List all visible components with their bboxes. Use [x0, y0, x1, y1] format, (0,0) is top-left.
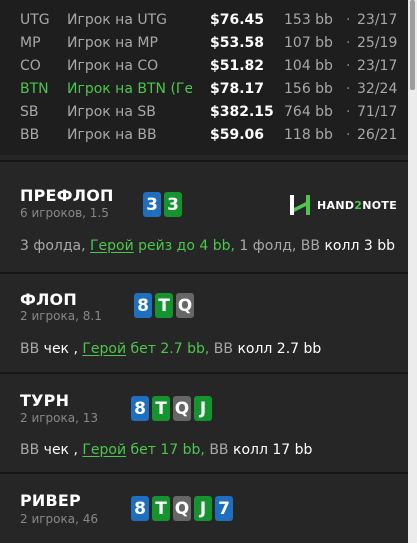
card-8-diamonds: 8 — [134, 293, 152, 318]
player-position: SB — [20, 104, 39, 120]
player-row-sb: SB Игрок на SB $382.15 764 bb · 71/17 — [0, 101, 408, 124]
street-title-river: РИВЕР — [20, 491, 81, 510]
player-stats: 25/19 — [357, 35, 398, 51]
card-7-diamonds: 7 — [215, 496, 233, 521]
hand2note-logo: HAND2NOTE — [289, 193, 397, 217]
player-stats: 23/17 — [357, 58, 398, 74]
card-j-clubs: J — [194, 396, 212, 421]
card-t-clubs: T — [152, 496, 170, 521]
street-title-turn: ТУРН — [20, 391, 70, 410]
player-stack-amount: $382.15 — [210, 104, 274, 120]
player-stats: 71/17 — [357, 104, 398, 120]
player-row-co: CO Игрок на CO $51.82 104 bb · 23/17 — [0, 55, 408, 78]
board-cards-river: 8 T Q J 7 — [131, 496, 233, 521]
card-8-diamonds: 8 — [131, 396, 149, 421]
scrollbar-thumb[interactable] — [410, 0, 415, 90]
street-subtitle-river: 2 игрока, 46 — [20, 512, 99, 526]
player-row-utg: UTG Игрок на UTG $76.45 153 bb · 23/17 — [0, 9, 408, 32]
player-stack-bb: 156 bb — [284, 81, 333, 97]
separator-dot: · — [346, 35, 351, 51]
street-actions-turn: BB чек , Герой бет 17 bb, BB колл 17 bb — [20, 442, 313, 458]
player-position: UTG — [20, 12, 50, 28]
player-stack-bb: 107 bb — [284, 35, 333, 51]
card-t-clubs: T — [155, 293, 173, 318]
player-row-mp: MP Игрок на MP $53.58 107 bb · 25/19 — [0, 32, 408, 55]
player-stack-amount: $51.82 — [210, 58, 265, 74]
hero-link[interactable]: Герой — [82, 442, 126, 458]
hand2note-logo-text: HAND2NOTE — [317, 198, 398, 212]
street-subtitle-turn: 2 игрока, 13 — [20, 411, 99, 425]
separator-dot: · — [346, 58, 351, 74]
separator-dot: · — [346, 104, 351, 120]
street-actions-preflop: 3 фолда, Герой рейз до 4 bb, 1 фолд, BB … — [20, 238, 395, 254]
card-q-hearts: Q — [176, 293, 194, 318]
separator-dot: · — [346, 81, 351, 97]
card-j-clubs: J — [194, 496, 212, 521]
player-stats: 26/21 — [357, 127, 398, 143]
board-cards-flop: 8 T Q — [134, 293, 194, 318]
separator-dot: · — [346, 12, 351, 28]
player-stack-amount: $76.45 — [210, 12, 265, 28]
card-q-hearts: Q — [173, 396, 191, 421]
player-name: Игрок на SB — [67, 104, 156, 120]
card-q-hearts: Q — [173, 496, 191, 521]
player-position: BTN — [20, 81, 49, 97]
player-stack-bb: 104 bb — [284, 58, 333, 74]
street-subtitle-preflop: 6 игроков, 1.5 — [20, 206, 109, 220]
hand2note-logo-icon — [290, 195, 310, 215]
players-table: UTG Игрок на UTG $76.45 153 bb · 23/17 M… — [0, 0, 408, 155]
board-cards-preflop: 3 3 — [143, 192, 182, 217]
player-stack-bb: 764 bb — [284, 104, 333, 120]
player-stack-bb: 153 bb — [284, 12, 333, 28]
player-position: MP — [20, 35, 41, 51]
player-stack-amount: $59.06 — [210, 127, 265, 143]
player-name: Игрок на UTG — [67, 12, 168, 28]
hero-link[interactable]: Герой — [82, 341, 126, 357]
player-name: Игрок на MP — [67, 35, 158, 51]
hero-link[interactable]: Герой — [90, 238, 134, 254]
street-title-preflop: ПРЕФЛОП — [20, 186, 114, 205]
card-3-clubs: 3 — [164, 192, 182, 217]
card-3-diamonds: 3 — [143, 192, 161, 217]
player-name: Игрок на BB — [67, 127, 157, 143]
player-stats: 32/24 — [357, 81, 398, 97]
player-stack-amount: $53.58 — [210, 35, 265, 51]
player-stats: 23/17 — [357, 12, 398, 28]
street-subtitle-flop: 2 игрока, 8.1 — [20, 309, 102, 323]
player-name: Игрок на CO — [67, 58, 159, 74]
street-flop — [0, 274, 408, 372]
player-row-btn-hero: BTN Игрок на BTN (Ге $78.17 156 bb · 32/… — [0, 78, 408, 101]
separator-dot: · — [346, 127, 351, 143]
card-8-diamonds: 8 — [131, 496, 149, 521]
board-cards-turn: 8 T Q J — [131, 396, 212, 421]
player-row-bb: BB Игрок на BB $59.06 118 bb · 26/21 — [0, 124, 408, 147]
player-stack-bb: 118 bb — [284, 127, 333, 143]
street-title-flop: ФЛОП — [20, 290, 77, 309]
player-position: CO — [20, 58, 41, 74]
card-t-clubs: T — [152, 396, 170, 421]
player-name: Игрок на BTN (Ге — [67, 81, 192, 97]
street-actions-flop: BB чек , Герой бет 2.7 bb, BB колл 2.7 b… — [20, 341, 322, 357]
player-stack-amount: $78.17 — [210, 81, 265, 97]
player-position: BB — [20, 127, 40, 143]
